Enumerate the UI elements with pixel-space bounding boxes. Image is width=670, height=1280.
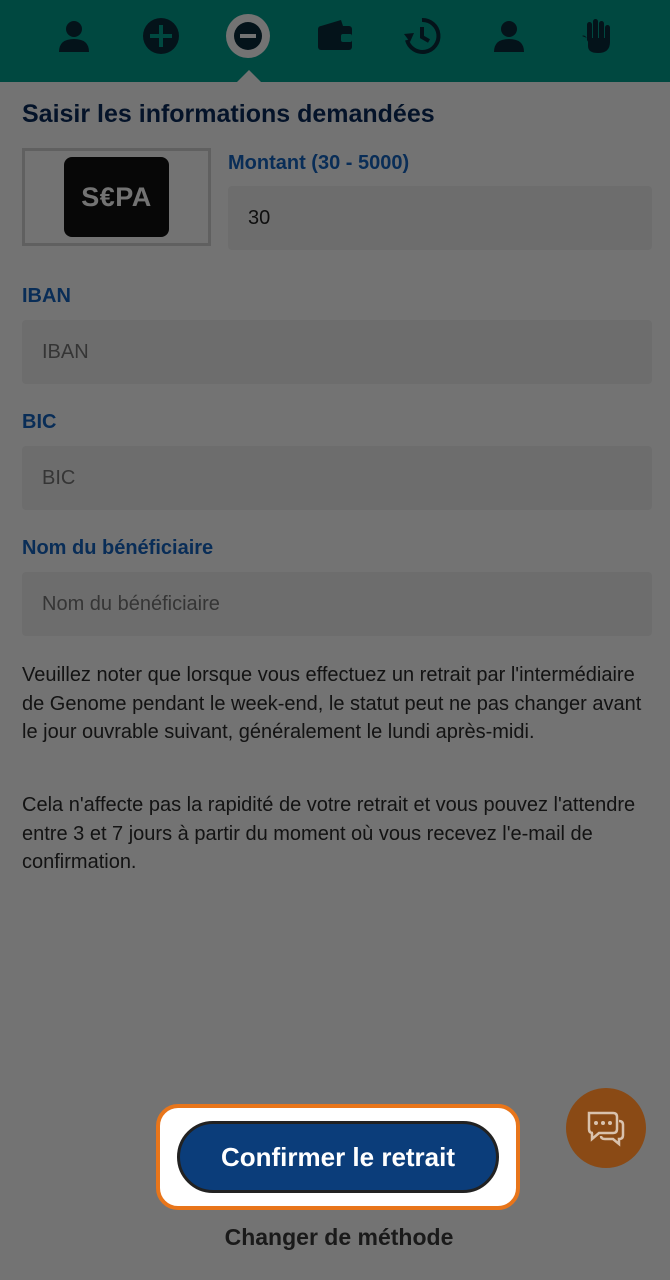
hand-icon[interactable] (574, 14, 618, 58)
confirm-withdrawal-button[interactable]: Confirmer le retrait (177, 1121, 499, 1193)
amount-input[interactable]: 30 (228, 186, 652, 250)
minus-circle-icon[interactable] (225, 14, 270, 58)
delay-notice: Cela n'affecte pas la rapidité de votre … (22, 794, 636, 873)
bic-input[interactable]: BIC (22, 446, 652, 510)
account-icon[interactable] (487, 14, 531, 58)
page-title: Saisir les informations demandées (22, 100, 435, 128)
wallet-icon[interactable] (313, 14, 357, 58)
payment-method-card: S€PA (22, 148, 211, 246)
sepa-logo: S€PA (64, 157, 169, 237)
chat-icon (587, 1111, 625, 1147)
active-tab-caret (237, 70, 261, 82)
change-method-link[interactable]: Changer de méthode (0, 1224, 670, 1251)
iban-input[interactable]: IBAN (22, 320, 652, 384)
chat-button[interactable] (566, 1088, 646, 1168)
plus-circle-icon[interactable] (139, 14, 183, 58)
user-icon[interactable] (52, 14, 96, 58)
beneficiary-label: Nom du bénéficiaire (22, 537, 214, 559)
top-navigation (0, 0, 670, 82)
weekend-notice: Veuillez noter que lorsque vous effectue… (22, 664, 642, 743)
amount-label: Montant (30 - 5000) (228, 152, 410, 174)
iban-label: IBAN (22, 285, 71, 307)
history-icon[interactable] (400, 14, 444, 58)
bic-label: BIC (22, 411, 57, 433)
confirm-highlight: Confirmer le retrait (156, 1104, 520, 1210)
beneficiary-input[interactable]: Nom du bénéficiaire (22, 572, 652, 636)
